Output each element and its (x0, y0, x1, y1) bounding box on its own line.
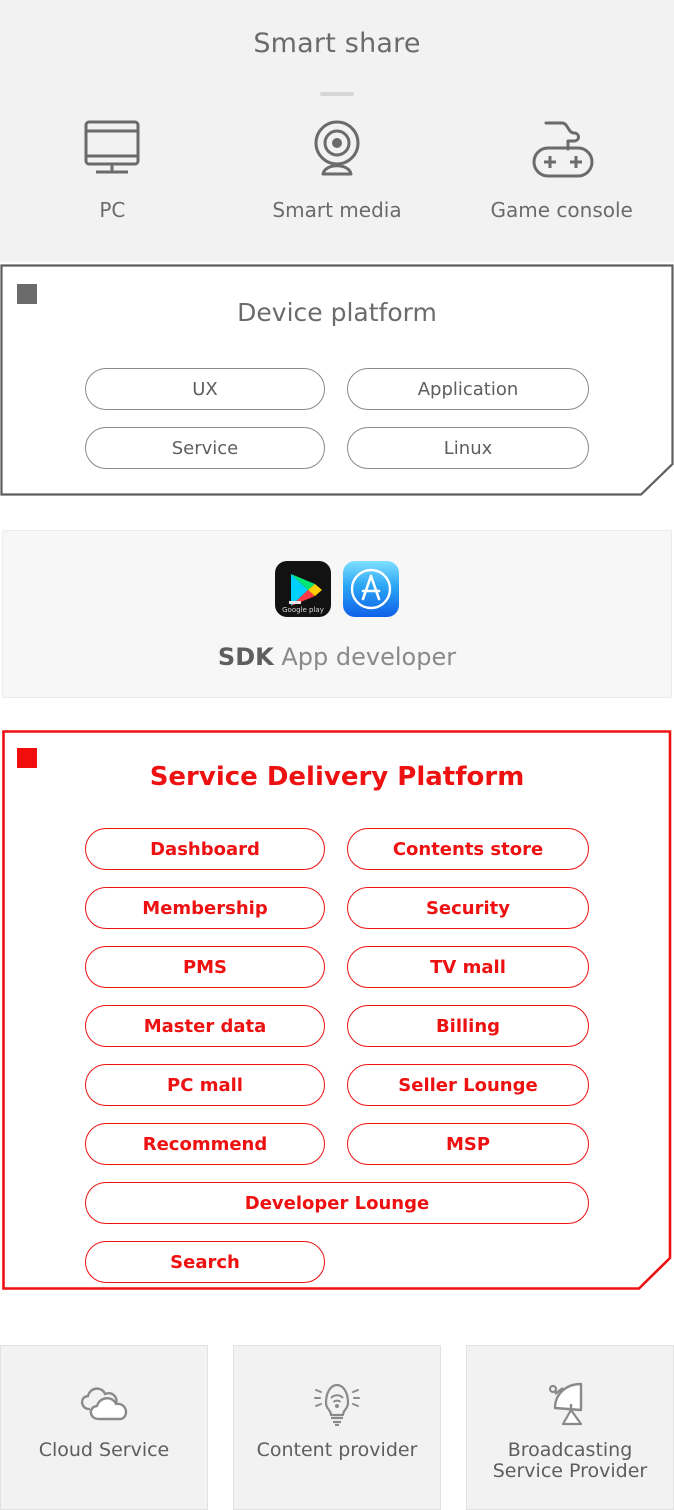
pill-billing[interactable]: Billing (347, 1005, 589, 1047)
webcam-icon (305, 112, 369, 184)
provider-label: Broadcasting Service Provider (492, 1439, 648, 1483)
smart-share-item-pc[interactable]: PC (0, 112, 225, 222)
pill-application[interactable]: Application (347, 368, 589, 410)
pill-ux[interactable]: UX (85, 368, 325, 410)
smart-share-section: Smart share PC Smart media Game console (0, 0, 674, 262)
sdk-label: App developer (281, 643, 457, 671)
smart-share-label: Smart media (272, 198, 402, 222)
pill-tv-mall[interactable]: TV mall (347, 946, 589, 988)
pill-master-data[interactable]: Master data (85, 1005, 325, 1047)
pill-developer-lounge[interactable]: Developer Lounge (85, 1182, 589, 1224)
sdk-section: Google play SDK App developer (2, 530, 672, 698)
provider-card-broadcasting-service-provider[interactable]: Broadcasting Service Provider (466, 1345, 674, 1510)
pill-pc-mall[interactable]: PC mall (85, 1064, 325, 1106)
satellite-dish-icon (541, 1374, 599, 1430)
pill-contents-store[interactable]: Contents store (347, 828, 589, 870)
sdk-bold-label: SDK (217, 643, 274, 671)
pill-search[interactable]: Search (85, 1241, 325, 1283)
svg-text:Google play: Google play (282, 606, 324, 614)
pill-security[interactable]: Security (347, 887, 589, 929)
cloud-icon (73, 1374, 135, 1430)
provider-label: Content provider (256, 1439, 418, 1461)
service-delivery-platform-card: Service Delivery Platform Dashboard Cont… (2, 730, 672, 1290)
pill-linux[interactable]: Linux (347, 427, 589, 469)
gamepad-icon (524, 112, 600, 184)
monitor-icon (78, 112, 146, 184)
providers-section: Cloud Service Content provider Broadcast… (0, 1345, 674, 1510)
app-store-icon[interactable] (343, 561, 399, 617)
device-platform-title: Device platform (237, 298, 437, 327)
smart-share-item-game-console[interactable]: Game console (449, 112, 674, 222)
smart-share-label: PC (99, 198, 126, 222)
provider-card-content-provider[interactable]: Content provider (233, 1345, 441, 1510)
pill-service[interactable]: Service (85, 427, 325, 469)
title-divider (320, 92, 354, 96)
pill-recommend[interactable]: Recommend (85, 1123, 325, 1165)
device-platform-card: Device platform UX Application Service L… (0, 264, 674, 496)
google-play-icon[interactable]: Google play (275, 561, 331, 617)
pill-seller-lounge[interactable]: Seller Lounge (347, 1064, 589, 1106)
smart-share-items: PC Smart media Game console (0, 112, 674, 222)
pill-dashboard[interactable]: Dashboard (85, 828, 325, 870)
diagram-root: Smart share PC Smart media Game console … (0, 0, 674, 1510)
provider-card-cloud-service[interactable]: Cloud Service (0, 1345, 208, 1510)
smart-share-item-smart-media[interactable]: Smart media (225, 112, 450, 222)
sdk-store-icons: Google play (3, 561, 671, 617)
lightbulb-wifi-icon (308, 1374, 366, 1430)
pill-membership[interactable]: Membership (85, 887, 325, 929)
pill-pms[interactable]: PMS (85, 946, 325, 988)
smart-share-title: Smart share (253, 28, 421, 59)
sdk-caption: SDK App developer (3, 643, 671, 671)
smart-share-label: Game console (490, 198, 633, 222)
sdp-title: Service Delivery Platform (149, 762, 525, 792)
provider-label: Cloud Service (38, 1439, 170, 1461)
pill-msp[interactable]: MSP (347, 1123, 589, 1165)
